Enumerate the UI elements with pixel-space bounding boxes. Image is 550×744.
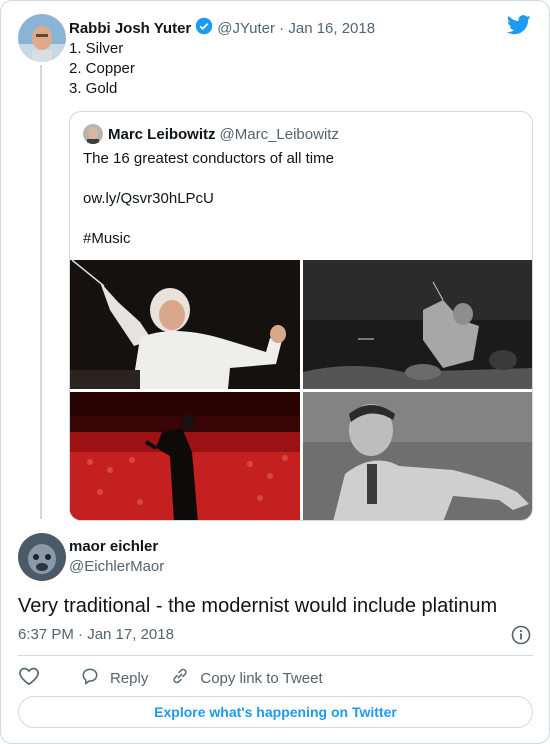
reply-label: Reply <box>110 669 149 687</box>
verified-badge-icon <box>195 17 213 39</box>
thread-connector-line <box>40 65 42 519</box>
link-icon <box>170 666 200 690</box>
quoted-author-handle: @Marc_Leibowitz <box>219 125 339 143</box>
actions-divider <box>18 655 533 656</box>
copy-link-label: Copy link to Tweet <box>200 669 323 687</box>
tweet-actions: Reply Copy link to Tweet <box>18 666 345 690</box>
author-name[interactable]: Rabbi Josh Yuter <box>69 20 191 37</box>
tweet-line: 2. Copper <box>69 60 135 77</box>
tweet-body: 1. Silver 2. Copper 3. Gold <box>69 39 135 99</box>
author-handle-date[interactable]: @JYuter · Jan 16, 2018 <box>217 20 375 37</box>
tweet-line: 3. Gold <box>69 80 118 97</box>
reply-author-avatar[interactable] <box>18 533 66 581</box>
embedded-tweet-card: Rabbi Josh Yuter @JYuter · Jan 16, 2018 … <box>0 0 550 744</box>
reply-author-name[interactable]: maor eichler <box>69 538 158 555</box>
reply-button[interactable]: Reply <box>80 666 148 690</box>
tweet-line: 1. Silver <box>69 40 124 57</box>
reply-icon <box>80 666 110 690</box>
explore-twitter-button[interactable]: Explore what's happening on Twitter <box>18 696 533 728</box>
conductor-photo-2[interactable] <box>303 260 532 389</box>
tweet-header: Rabbi Josh Yuter @JYuter · Jan 16, 2018 <box>69 17 375 39</box>
quoted-tweet[interactable]: Marc Leibowitz @Marc_Leibowitz The 16 gr… <box>69 111 533 521</box>
quoted-author-avatar <box>83 124 103 144</box>
quoted-author-name: Marc Leibowitz <box>108 125 216 143</box>
reply-tweet-text: Very traditional - the modernist would i… <box>18 595 498 617</box>
quoted-media-grid <box>70 260 532 520</box>
conductor-photo-1[interactable] <box>70 260 300 389</box>
copy-link-button[interactable]: Copy link to Tweet <box>170 666 323 690</box>
conductor-photo-3[interactable] <box>70 392 300 520</box>
quoted-hashtag[interactable]: #Music <box>83 229 523 249</box>
twitter-bird-icon[interactable] <box>506 15 531 40</box>
quoted-tweet-header: Marc Leibowitz @Marc_Leibowitz <box>83 124 339 144</box>
reply-timestamp[interactable]: 6:37 PM · Jan 17, 2018 <box>18 626 174 643</box>
quoted-link[interactable]: ow.ly/Qsvr30hLPcU <box>83 189 523 209</box>
conductor-photo-4[interactable] <box>303 392 532 520</box>
like-button[interactable] <box>18 666 50 690</box>
author-avatar[interactable] <box>18 14 66 62</box>
quoted-text-line: The 16 greatest conductors of all time <box>83 150 334 167</box>
heart-icon <box>18 666 50 690</box>
quoted-tweet-text: The 16 greatest conductors of all time o… <box>83 149 523 249</box>
reply-author-handle[interactable]: @EichlerMaor <box>69 558 164 575</box>
info-icon[interactable] <box>511 625 531 650</box>
